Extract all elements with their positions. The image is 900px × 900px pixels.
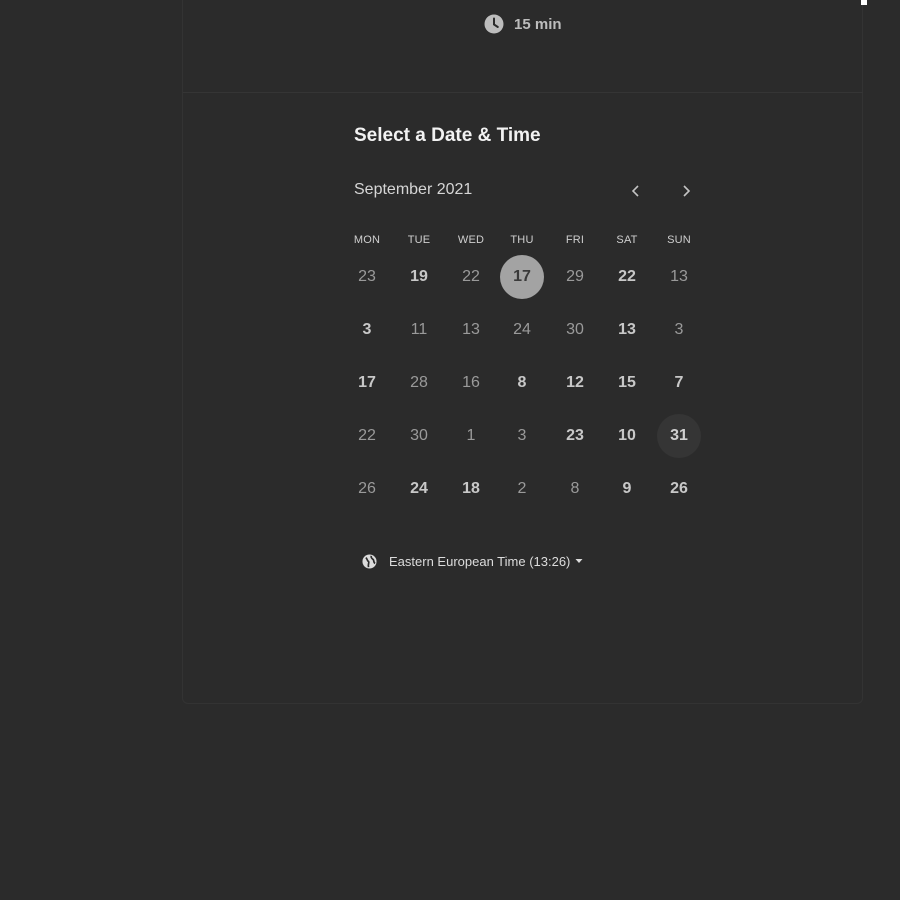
globe-icon [362,553,377,569]
scheduling-card [182,0,863,704]
calendar-day[interactable]: 17 [345,361,389,405]
calendar-day: 22 [358,427,376,444]
previous-month-button[interactable] [625,180,647,202]
calendar-day: 30 [566,321,584,338]
calendar-day[interactable]: 9 [605,467,649,511]
caret-down-icon [575,559,583,563]
calendar-day: 13 [462,321,480,338]
weekday-wed: WED [457,234,485,246]
calendar-day: 23 [358,268,376,285]
chevron-left-icon [631,185,639,197]
calendar-day[interactable]: 3 [345,308,389,352]
weekday-fri: FRI [565,234,585,246]
calendar-day: 29 [566,268,584,285]
calendar-day: 26 [358,480,376,497]
calendar-day: 8 [570,480,580,497]
scheduling-page: 15 min Select a Date & Time September 20… [0,0,900,900]
calendar-day[interactable]: 13 [605,308,649,352]
calendar-day[interactable]: 22 [605,255,649,299]
weekday-thu: THU [510,234,534,246]
calendar-day[interactable]: 31 [657,414,701,458]
calendar-day: 11 [410,321,428,338]
calendar-day[interactable]: 18 [449,467,493,511]
calendar-day: 2 [517,480,527,497]
chevron-right-icon [683,185,691,197]
calendar-day: 24 [513,321,531,338]
calendar-day[interactable]: 24 [397,467,441,511]
weekday-mon: MON [353,234,381,246]
calendar-day: 16 [462,374,480,391]
duration-label: 15 min [514,15,562,33]
calendar-day[interactable]: 19 [397,255,441,299]
clock-icon [484,14,504,34]
calendar-day: 3 [674,321,684,338]
calendar-day[interactable]: 15 [605,361,649,405]
card-divider [183,92,863,93]
calendar-day[interactable]: 8 [500,361,544,405]
weekday-sun: SUN [667,234,691,246]
calendar-day: 13 [670,268,688,285]
calendar-day: 22 [462,268,480,285]
calendar-day[interactable]: 23 [553,414,597,458]
calendar-day[interactable]: 12 [553,361,597,405]
calendar-day: 3 [517,427,527,444]
page-title: Select a Date & Time [354,125,541,146]
month-label: September 2021 [354,181,473,198]
calendar-day: 30 [410,427,428,444]
timezone-selector[interactable]: Eastern European Time (13:26) [362,551,583,571]
timezone-label: Eastern European Time (13:26) [389,553,571,569]
selected-day[interactable]: 17 [500,255,544,299]
weekday-tue: TUE [407,234,431,246]
calendar-day[interactable]: 7 [657,361,701,405]
calendar-day[interactable]: 10 [605,414,649,458]
weekday-sat: SAT [616,234,638,246]
next-month-button[interactable] [675,180,697,202]
calendar-day: 1 [466,427,476,444]
event-duration: 15 min [484,12,562,36]
calendar-day: 28 [410,374,428,391]
calendar-day[interactable]: 26 [657,467,701,511]
scroll-indicator [861,0,867,5]
